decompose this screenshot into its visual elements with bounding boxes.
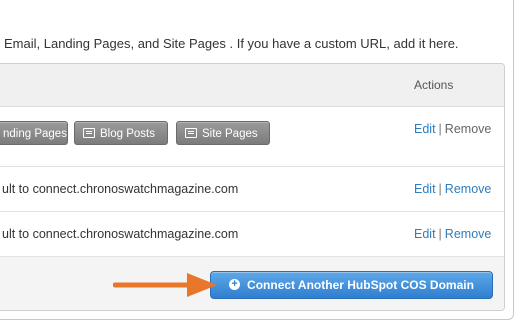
domain-description: ult to connect.chronoswatchmagazine.com <box>2 182 239 196</box>
plus-circle-icon: + <box>229 279 241 291</box>
remove-link[interactable]: Remove <box>445 122 492 136</box>
separator: | <box>438 182 442 196</box>
row-actions: Edit | Remove <box>414 227 491 241</box>
actions-column-header: Actions <box>414 78 454 92</box>
remove-link[interactable]: Remove <box>445 182 492 196</box>
page-icon <box>185 127 197 138</box>
edit-link[interactable]: Edit <box>414 182 436 196</box>
domains-table: Actions nding Pages Blog Posts Site Page… <box>0 63 505 311</box>
blog-posts-chip: Blog Posts <box>74 121 168 145</box>
row-actions: Edit | Remove <box>414 182 491 196</box>
chip-label: Blog Posts <box>100 128 155 140</box>
table-row: nding Pages Blog Posts Site Pages Edit | R… <box>0 107 504 167</box>
site-pages-chip: Site Pages <box>176 121 270 145</box>
separator: | <box>438 122 442 136</box>
chip-label: nding Pages <box>3 128 67 140</box>
edit-link[interactable]: Edit <box>414 227 436 241</box>
chip-label: Site Pages <box>202 128 258 140</box>
edit-link[interactable]: Edit <box>414 122 436 136</box>
remove-link[interactable]: Remove <box>445 227 492 241</box>
connect-domain-button[interactable]: + Connect Another HubSpot COS Domain <box>210 271 493 299</box>
table-row: ult to connect.chronoswatchmagazine.com … <box>0 167 504 212</box>
table-footer: + Connect Another HubSpot COS Domain <box>0 257 504 310</box>
separator: | <box>438 227 442 241</box>
connect-button-label: Connect Another HubSpot COS Domain <box>247 278 474 292</box>
table-header: Actions <box>0 64 504 107</box>
orange-arrow-icon <box>113 273 217 297</box>
row-actions: Edit | Remove <box>414 122 491 136</box>
content-frame: Email, Landing Pages, and Site Pages . I… <box>0 0 514 320</box>
table-row: ult to connect.chronoswatchmagazine.com … <box>0 212 504 257</box>
intro-text: Email, Landing Pages, and Site Pages . I… <box>4 36 459 51</box>
landing-pages-chip: nding Pages <box>0 121 68 145</box>
domain-description: ult to connect.chronoswatchmagazine.com <box>2 227 239 241</box>
page-icon <box>83 127 95 138</box>
